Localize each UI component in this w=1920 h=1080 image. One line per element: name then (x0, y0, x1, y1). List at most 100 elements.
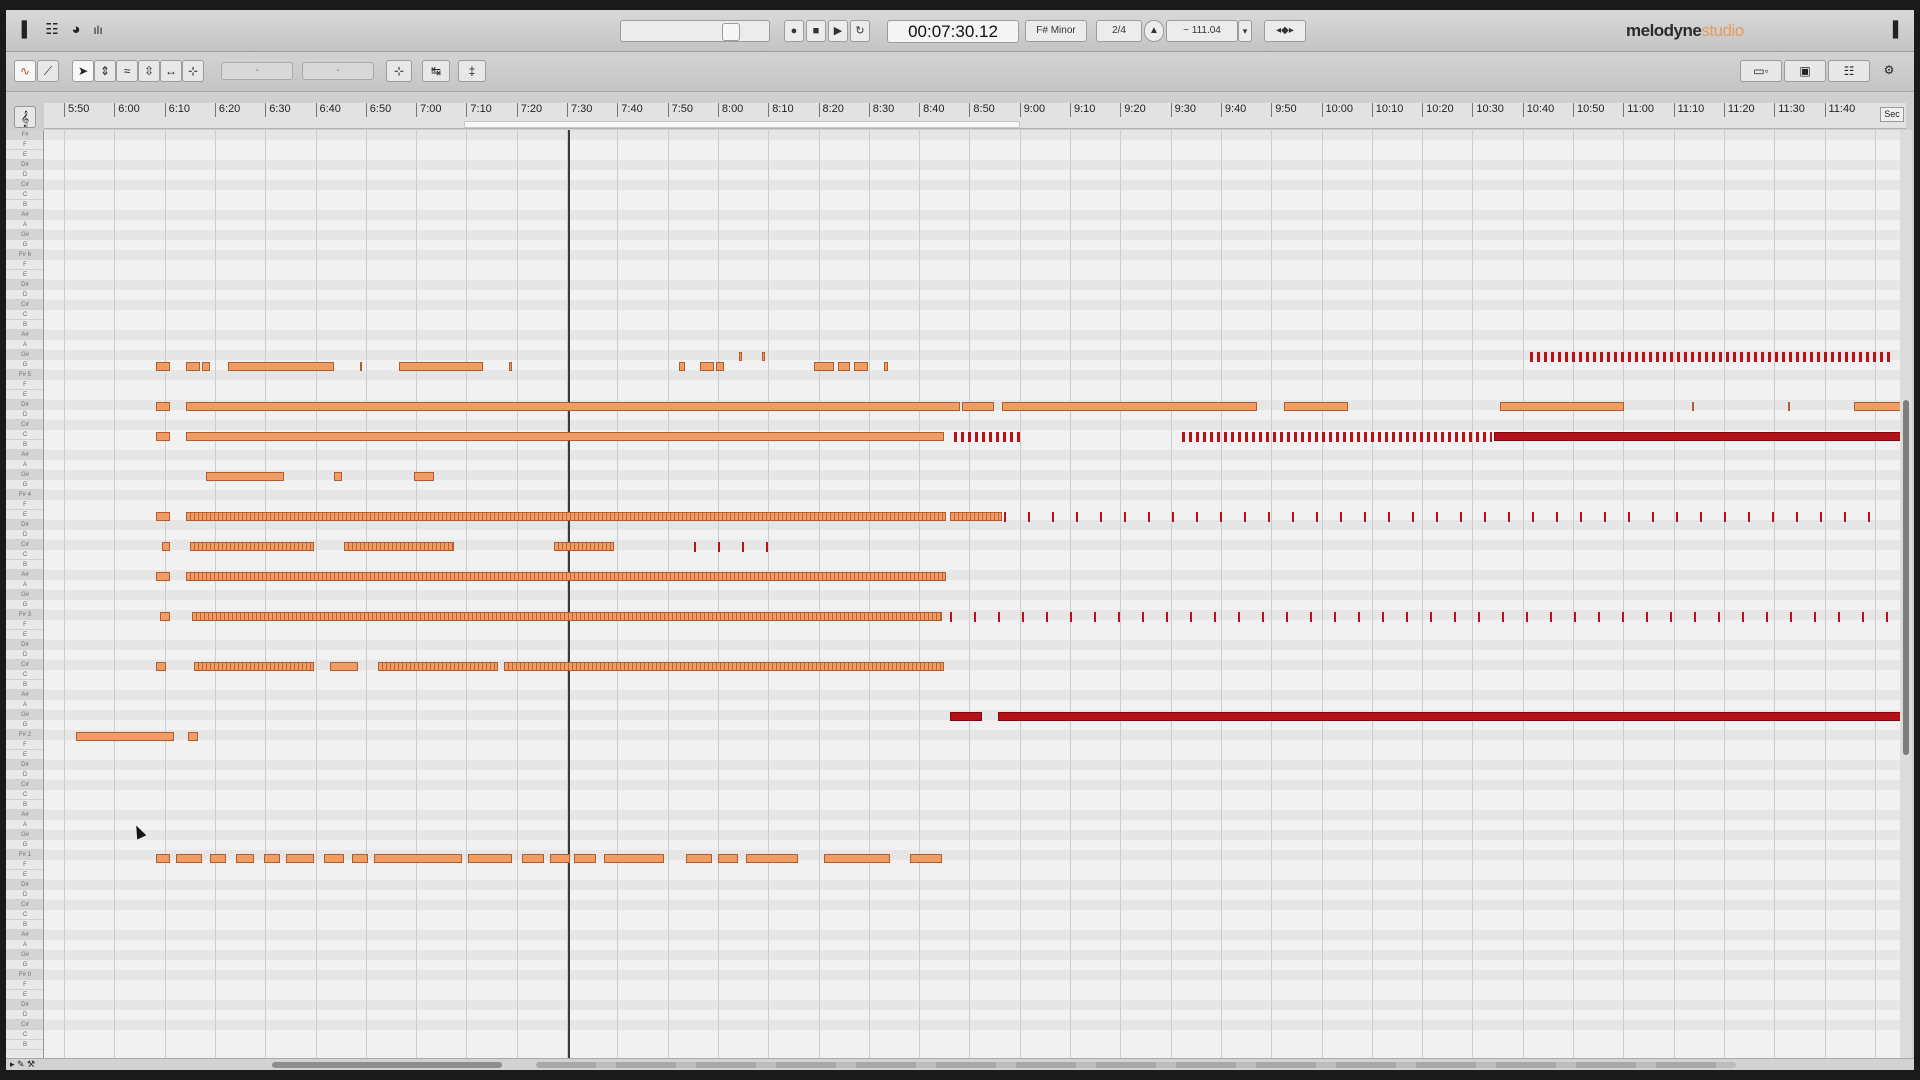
piano-key[interactable]: B (6, 800, 43, 810)
note-blob[interactable] (679, 362, 685, 371)
piano-key[interactable]: A (6, 940, 43, 950)
note-editor-grid[interactable] (44, 130, 1906, 1058)
note-blob[interactable] (824, 854, 890, 863)
note-blob[interactable] (504, 662, 944, 671)
piano-key[interactable]: D (6, 1010, 43, 1020)
piano-key[interactable]: D# (6, 400, 43, 410)
piano-key[interactable]: C (6, 910, 43, 920)
view-blobs-button[interactable]: ▭◦ (1740, 60, 1782, 82)
piano-key[interactable]: B (6, 200, 43, 210)
formant-tool[interactable]: ≈ (116, 60, 138, 82)
piano-key[interactable]: D (6, 890, 43, 900)
track-list-icon[interactable]: ☷ (42, 21, 62, 39)
note-blob[interactable] (188, 732, 198, 741)
note-blob[interactable] (360, 362, 362, 371)
piano-key[interactable]: C# (6, 900, 43, 910)
note-blob[interactable] (814, 362, 834, 371)
note-blob[interactable] (206, 472, 284, 481)
piano-key[interactable]: A# (6, 690, 43, 700)
piano-key[interactable]: E (6, 990, 43, 1000)
position-slider-thumb[interactable] (722, 23, 740, 41)
piano-key[interactable]: G (6, 600, 43, 610)
piano-key[interactable]: C# (6, 780, 43, 790)
piano-key[interactable]: G (6, 360, 43, 370)
note-blob[interactable] (186, 512, 946, 521)
bottom-tools-icon[interactable]: ▸ ✎ ⚒ (10, 1059, 35, 1070)
piano-key[interactable]: D (6, 650, 43, 660)
piano-key[interactable]: C (6, 1030, 43, 1040)
key-selector[interactable]: F# Minor (1025, 20, 1087, 42)
quantize-pitch-button[interactable]: ⊹ (386, 60, 412, 82)
note-blob[interactable] (344, 542, 454, 551)
piano-key[interactable]: E (6, 150, 43, 160)
note-blob[interactable] (1500, 402, 1624, 411)
piano-key[interactable]: B (6, 320, 43, 330)
piano-key[interactable]: G (6, 240, 43, 250)
piano-key[interactable]: F# 5 (6, 370, 43, 380)
note-blob[interactable] (700, 362, 714, 371)
macro-tool-button[interactable]: ⟋ (37, 60, 59, 82)
note-blob[interactable] (352, 854, 368, 863)
piano-key[interactable]: F (6, 140, 43, 150)
note-blob[interactable] (762, 352, 765, 361)
note-blob[interactable] (1692, 402, 1694, 411)
note-blob[interactable] (554, 542, 614, 551)
piano-key[interactable]: C# (6, 540, 43, 550)
piano-key[interactable]: E (6, 870, 43, 880)
piano-key[interactable]: D (6, 530, 43, 540)
note-blob[interactable] (156, 402, 170, 411)
piano-key[interactable]: C# (6, 420, 43, 430)
piano-key[interactable]: A (6, 580, 43, 590)
time-display[interactable]: 00:07:30.12 (887, 20, 1019, 43)
note-blob[interactable] (694, 542, 774, 552)
note-blob[interactable] (76, 732, 174, 741)
note-blob[interactable] (374, 854, 462, 863)
note-blob[interactable] (286, 854, 314, 863)
piano-key[interactable]: F (6, 260, 43, 270)
note-blob[interactable] (1530, 352, 1890, 362)
piano-key[interactable]: G# (6, 230, 43, 240)
tempo-mode-button[interactable]: ▲ (1144, 20, 1164, 42)
piano-key[interactable]: D# (6, 280, 43, 290)
piano-key[interactable]: F# 1 (6, 850, 43, 860)
piano-key[interactable]: C# (6, 1020, 43, 1030)
piano-key[interactable]: B (6, 440, 43, 450)
piano-key[interactable]: F (6, 620, 43, 630)
note-blob[interactable] (330, 662, 358, 671)
note-blob[interactable] (334, 472, 342, 481)
piano-key[interactable]: E (6, 510, 43, 520)
piano-key[interactable]: C (6, 310, 43, 320)
piano-key[interactable]: F# 0 (6, 970, 43, 980)
ruler-units-button[interactable]: Sec (1880, 107, 1904, 122)
note-blob[interactable] (1004, 512, 1884, 522)
piano-key[interactable]: G (6, 480, 43, 490)
note-blob[interactable] (156, 572, 170, 581)
note-blob[interactable] (156, 432, 170, 441)
note-blob[interactable] (998, 712, 1904, 721)
separation-tool[interactable]: ⊹ (182, 60, 204, 82)
piano-key[interactable]: D# (6, 880, 43, 890)
note-blob[interactable] (194, 662, 314, 671)
piano-key[interactable]: A# (6, 450, 43, 460)
piano-key[interactable]: G# (6, 590, 43, 600)
tempo-dropdown[interactable]: ▾ (1238, 20, 1252, 42)
tuning-fork-icon[interactable]: 𝄞 (14, 106, 36, 128)
note-blob[interactable] (854, 362, 868, 371)
note-blob[interactable] (910, 854, 942, 863)
piano-key[interactable]: A (6, 340, 43, 350)
piano-key[interactable]: G# (6, 470, 43, 480)
note-blob[interactable] (160, 612, 170, 621)
piano-key[interactable]: D# (6, 640, 43, 650)
note-blob[interactable] (156, 662, 166, 671)
inspector-toggle-icon[interactable]: ▐ (1884, 21, 1902, 39)
note-blob[interactable] (414, 472, 434, 481)
note-blob[interactable] (884, 362, 888, 371)
note-blob[interactable] (716, 362, 724, 371)
piano-key[interactable]: B (6, 680, 43, 690)
piano-key[interactable]: D# (6, 520, 43, 530)
piano-key[interactable]: A# (6, 930, 43, 940)
piano-key[interactable]: B (6, 920, 43, 930)
piano-key[interactable]: F# 4 (6, 490, 43, 500)
piano-key[interactable]: F (6, 740, 43, 750)
note-blob[interactable] (522, 854, 544, 863)
